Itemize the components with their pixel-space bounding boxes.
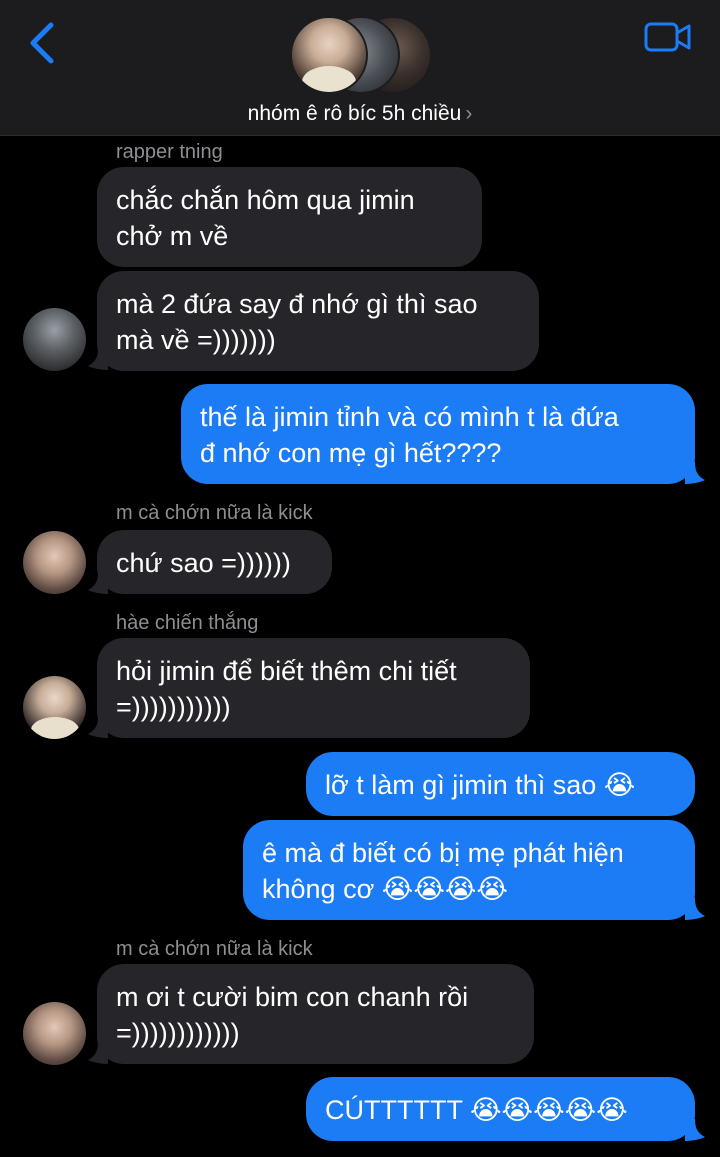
chevron-left-icon [30, 22, 54, 64]
bubble-tail [685, 1119, 705, 1141]
sender-name: hàe chiến thắng [116, 612, 259, 634]
outgoing-message-bubble[interactable]: CÚTTTTTT 😭😭😭😭😭 [306, 1077, 695, 1141]
sender-name: m cà chớn nữa là kick [116, 502, 313, 524]
video-call-button[interactable] [644, 20, 692, 54]
member-avatar [290, 16, 368, 94]
incoming-message-bubble[interactable]: hỏi jimin để biết thêm chi tiết =)))))))… [97, 638, 530, 738]
bubble-tail [88, 348, 108, 370]
outgoing-message-bubble[interactable]: thế là jimin tỉnh và có mình t là đứa đ … [181, 384, 695, 484]
conversation-header: nhóm ê rô bíc 5h chiều › [0, 0, 720, 136]
incoming-message-bubble[interactable]: m ơi t cười bim con chanh rồi =)))))))))… [97, 964, 534, 1064]
avatar[interactable] [23, 531, 86, 594]
avatar[interactable] [23, 676, 86, 739]
sender-name: m cà chớn nữa là kick [116, 938, 313, 960]
avatar[interactable] [23, 1002, 86, 1065]
bubble-tail [88, 572, 108, 594]
bubble-tail [685, 898, 705, 920]
group-name: nhóm ê rô bíc 5h chiều [247, 102, 462, 125]
chevron-right-icon: › [465, 102, 473, 125]
video-camera-icon [644, 22, 691, 52]
group-name-button[interactable]: nhóm ê rô bíc 5h chiều › [0, 102, 720, 126]
bubble-tail [88, 1042, 108, 1064]
sender-name: rapper tning [116, 141, 223, 163]
incoming-message-bubble[interactable]: chắc chắn hôm qua jimin chở m về [97, 167, 482, 267]
bubble-tail [88, 716, 108, 738]
avatar[interactable] [23, 308, 86, 371]
incoming-message-bubble[interactable]: mà 2 đứa say đ nhớ gì thì sao mà về =)))… [97, 271, 539, 371]
bubble-tail [685, 462, 705, 484]
group-avatar-stack[interactable] [290, 14, 432, 94]
outgoing-message-bubble[interactable]: ê mà đ biết có bị mẹ phát hiện không cơ … [243, 820, 695, 920]
outgoing-message-bubble[interactable]: lỡ t làm gì jimin thì sao 😭 [306, 752, 695, 816]
back-button[interactable] [24, 20, 64, 66]
incoming-message-bubble[interactable]: chứ sao =)))))) [97, 530, 332, 594]
